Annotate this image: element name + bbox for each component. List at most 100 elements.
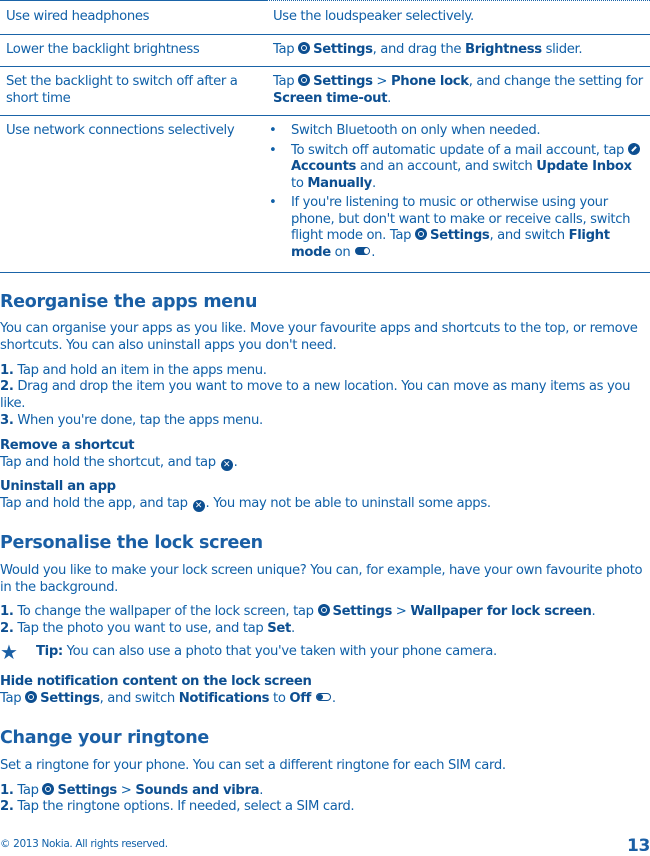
paragraph: Tap Settings, and switch Notifications t… xyxy=(0,690,650,707)
settings-icon xyxy=(298,41,311,54)
accounts-icon xyxy=(627,142,640,155)
text: > xyxy=(372,74,391,89)
tip-cell: Lower the backlight brightness xyxy=(0,34,267,67)
power-saving-table: Use wired headphones Use the loudspeaker … xyxy=(0,0,650,273)
tip-cell: Use wired headphones xyxy=(0,0,267,35)
section-title: Change your ringtone xyxy=(0,728,209,748)
table-row: Set the backlight to switch off after a … xyxy=(0,66,650,116)
bold-text: 1. xyxy=(0,783,14,798)
settings-icon xyxy=(298,74,311,86)
close-icon: ✕ xyxy=(220,459,233,471)
text: Use the loudspeaker selectively. xyxy=(273,9,474,24)
action-cell: Tap Settings > Phone lock, and change th… xyxy=(267,66,650,116)
bullet-item: If you're listening to music or otherwis… xyxy=(269,195,644,261)
bold-text: Settings xyxy=(57,783,117,798)
text: Set a ringtone for your phone. You can s… xyxy=(0,758,506,773)
text xyxy=(311,691,315,706)
bold-text: Phone lock xyxy=(390,74,469,89)
section-title: Personalise the lock screen xyxy=(0,533,263,553)
step: 2. Drag and drop the item you want to mo… xyxy=(0,378,650,412)
paragraph: Tap and hold the shortcut, and tap ✕. xyxy=(0,454,650,471)
text: To switch off automatic update of a mail… xyxy=(291,142,628,158)
paragraph: Would you like to make your lock screen … xyxy=(0,562,650,596)
text: . xyxy=(233,455,238,470)
bold-text: 3. xyxy=(0,413,14,428)
text: Tap and hold the app, and tap xyxy=(0,496,192,511)
settings-icon xyxy=(25,691,38,703)
step: 1. Tap Settings > Sounds and vibra. xyxy=(0,782,650,799)
text: . You may not be able to uninstall some … xyxy=(205,496,492,511)
text: When you're done, tap the apps menu. xyxy=(13,413,263,428)
toggle-on-icon xyxy=(355,246,371,255)
bold-text: Settings xyxy=(429,228,490,243)
text: , and change the setting for xyxy=(468,74,644,89)
paragraph: You can organise your apps as you like. … xyxy=(0,320,650,354)
text: To change the wallpaper of the lock scre… xyxy=(13,604,318,619)
page-number: 13 xyxy=(627,836,650,856)
subheading: Uninstall an app xyxy=(0,479,116,494)
bold-text: Settings xyxy=(313,41,373,57)
tip: Tip: You can also use a photo that you'v… xyxy=(36,643,636,660)
text: Would you like to make your lock screen … xyxy=(0,563,643,595)
text: . xyxy=(259,783,264,798)
bold-text: 2. xyxy=(0,799,14,814)
close-icon: ✕ xyxy=(192,500,205,512)
bold-text: Manually xyxy=(307,175,372,191)
bold-text: Off xyxy=(289,691,312,706)
tip-cell: Use network connections selectively xyxy=(0,115,267,273)
text: Tap xyxy=(0,691,26,706)
text: > xyxy=(116,783,136,798)
bold-text: Screen time-out xyxy=(273,90,388,106)
text: . xyxy=(591,604,596,619)
toggle-off-icon xyxy=(315,693,331,701)
step: 1. Tap and hold an item in the apps menu… xyxy=(0,362,650,379)
text: . xyxy=(331,691,336,706)
text: . xyxy=(371,175,376,191)
bold-text: Accounts xyxy=(291,159,357,174)
action-cell: Use the loudspeaker selectively. xyxy=(267,0,650,35)
text: . xyxy=(387,90,392,106)
bold-text: Settings xyxy=(332,604,393,619)
section-title: Reorganise the apps menu xyxy=(0,292,258,312)
text: Switch Bluetooth on only when needed. xyxy=(291,123,541,138)
paragraph: Tap and hold the app, and tap ✕. You may… xyxy=(0,495,650,512)
action-cell: Switch Bluetooth on only when needed. To… xyxy=(267,115,650,273)
text: and an account, and switch xyxy=(356,159,537,174)
text: Tap and hold the shortcut, and tap xyxy=(0,455,220,470)
text: . xyxy=(371,244,376,260)
text: , and drag the xyxy=(372,41,465,57)
bold-text: Tip: xyxy=(36,644,63,659)
bold-text: Settings xyxy=(40,691,100,706)
action-cell: Tap Settings, and drag the Brightness sl… xyxy=(267,34,650,67)
bold-text: 1. xyxy=(0,604,14,619)
text: on xyxy=(330,244,355,260)
bold-text: 2. xyxy=(0,379,14,394)
settings-icon xyxy=(42,783,55,795)
text: . xyxy=(290,621,295,636)
bold-text: 2. xyxy=(0,621,14,636)
text: slider. xyxy=(541,41,583,57)
text: You can also use a photo that you've tak… xyxy=(62,644,497,659)
text: Drag and drop the item you want to move … xyxy=(0,379,631,411)
star-icon: ★ xyxy=(0,640,18,664)
step: 1. To change the wallpaper of the lock s… xyxy=(0,603,650,620)
step: 2. Tap the photo you want to use, and ta… xyxy=(0,620,650,637)
settings-icon xyxy=(317,604,330,616)
bold-text: Set xyxy=(267,621,291,636)
bold-text: 1. xyxy=(0,363,14,378)
bold-text: Wallpaper for lock screen xyxy=(410,604,592,619)
table-row: Lower the backlight brightness Tap Settin… xyxy=(0,34,650,67)
text: Tap the photo you want to use, and tap xyxy=(13,621,268,636)
bold-text: Brightness xyxy=(465,41,542,57)
text: to xyxy=(269,691,290,706)
step: 2. Tap the ringtone options. If needed, … xyxy=(0,798,650,815)
text: Tap and hold an item in the apps menu. xyxy=(13,363,267,378)
paragraph: Set a ringtone for your phone. You can s… xyxy=(0,757,650,774)
text: to xyxy=(291,175,308,191)
tip-cell: Set the backlight to switch off after a … xyxy=(0,66,267,116)
text: Tap xyxy=(13,783,43,798)
text: > xyxy=(391,604,411,619)
bold-text: Update Inbox xyxy=(536,159,632,174)
bold-text: Settings xyxy=(313,74,373,89)
text: You can organise your apps as you like. … xyxy=(0,321,638,353)
